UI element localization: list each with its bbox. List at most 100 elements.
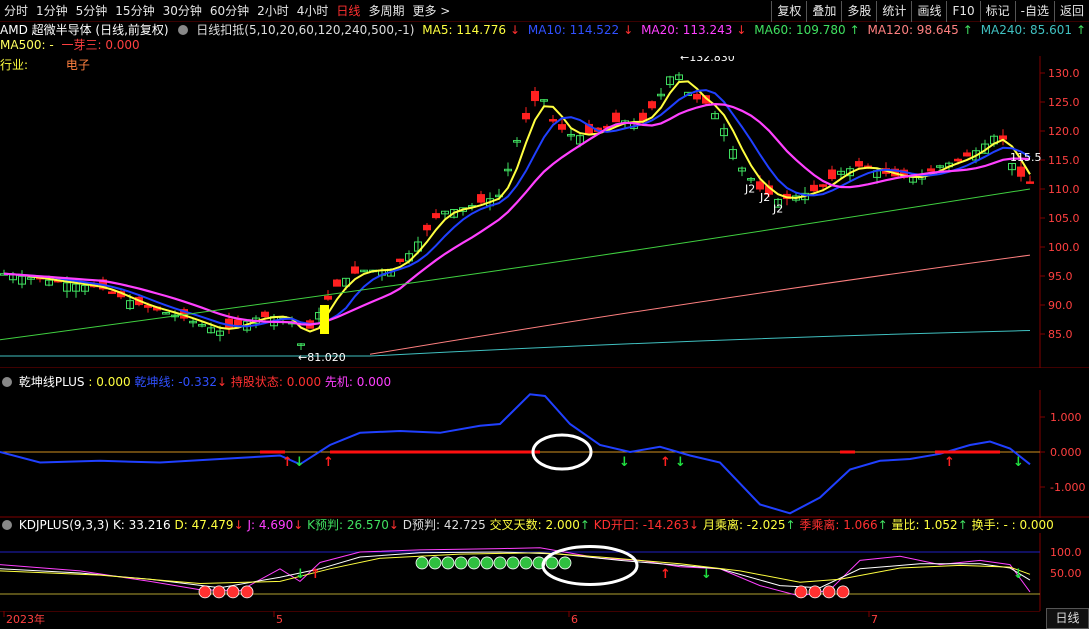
y-tick-label: 125.0 bbox=[1048, 96, 1080, 109]
indicator-name[interactable]: 日线扣抵(5,10,20,60,120,240,500,-1) bbox=[196, 23, 414, 37]
tool-button-5[interactable]: F10 bbox=[946, 1, 979, 22]
candle-body bbox=[261, 311, 269, 318]
ma500-value: MA500: - bbox=[0, 38, 54, 52]
period-tab-1[interactable]: 1分钟 bbox=[32, 0, 72, 22]
candle-body bbox=[558, 124, 566, 130]
period-tab-4[interactable]: 30分钟 bbox=[159, 0, 206, 22]
buy-coin-icon bbox=[428, 556, 442, 570]
ma10-value: MA10: 114.522 bbox=[527, 23, 620, 37]
tool-button-1[interactable]: 叠加 bbox=[806, 1, 841, 22]
signal-down-arrow-icon: ↓ bbox=[701, 567, 712, 582]
up-arrow-icon: ↑ bbox=[1076, 23, 1087, 37]
tool-button-6[interactable]: 标记 bbox=[979, 1, 1015, 22]
candle-body bbox=[549, 119, 557, 122]
y-tick-label: 110.0 bbox=[1048, 183, 1080, 196]
period-tab-3[interactable]: 15分钟 bbox=[111, 0, 158, 22]
y-tick-label: 115.0 bbox=[1048, 154, 1080, 167]
main-info-row2: MA500: - 一芽三: 0.000 bbox=[0, 37, 144, 53]
tool-button-2[interactable]: 多股 bbox=[841, 1, 876, 22]
kdj-dpre: D预判: 42.725 bbox=[402, 518, 486, 532]
buy-coin-icon bbox=[558, 556, 572, 570]
highlight-candle bbox=[320, 305, 329, 334]
buy-coin-icon bbox=[467, 556, 481, 570]
ma60-value: MA60: 109.780 bbox=[754, 23, 846, 37]
kdj-open: KD开口: -14.263 bbox=[593, 518, 690, 532]
ma10-line bbox=[3, 89, 1031, 328]
tool-button-8[interactable]: 返回 bbox=[1053, 1, 1089, 22]
date-axis: 2023年 5 6 7 bbox=[0, 611, 1040, 626]
sell-coin-icon bbox=[822, 585, 836, 599]
period-tab-10[interactable]: 更多 > bbox=[408, 0, 454, 22]
signal-up-arrow-icon: ↑ bbox=[323, 455, 334, 470]
candle-body bbox=[693, 93, 701, 100]
y-tick-label: -1.000 bbox=[1050, 481, 1085, 494]
signal-up-arrow-icon: ↑ bbox=[282, 455, 293, 470]
kdj-j: J: 4.690 bbox=[247, 518, 294, 532]
up-arrow-icon: ↑ bbox=[877, 518, 888, 532]
sell-coin-icon bbox=[794, 585, 808, 599]
y-tick-label: 130.0 bbox=[1048, 67, 1080, 80]
signal-down-arrow-icon: ↓ bbox=[619, 455, 630, 470]
buy-coin-icon bbox=[493, 556, 507, 570]
down-arrow-icon: ↓ bbox=[509, 23, 521, 37]
buy-coin-icon bbox=[415, 556, 429, 570]
down-arrow-icon: ↓ bbox=[233, 518, 244, 532]
up-arrow-icon: ↑ bbox=[849, 23, 860, 37]
candle-body bbox=[1017, 166, 1025, 177]
j2-marker: J2 bbox=[772, 203, 783, 216]
kdj-kpre: K预判: 26.570 bbox=[307, 518, 389, 532]
candle-body bbox=[324, 295, 332, 300]
y-tick-label: 105.0 bbox=[1048, 212, 1080, 225]
bottom-period-tab[interactable]: 日线 bbox=[1046, 608, 1089, 629]
tool-button-0[interactable]: 复权 bbox=[771, 1, 806, 22]
top-toolbar: 分时 1分钟 5分钟 15分钟 30分钟 60分钟 2小时 4小时 日线 多周期 更多 > 复权 叠加… bbox=[0, 0, 1089, 22]
period-tab-8[interactable]: 日线 bbox=[332, 0, 364, 22]
period-tab-7[interactable]: 4小时 bbox=[293, 0, 333, 22]
x-tick-label: 5 bbox=[276, 613, 283, 626]
period-tab-5[interactable]: 60分钟 bbox=[206, 0, 253, 22]
candle-body bbox=[351, 266, 359, 274]
price-chart[interactable]: 130.0 125.0 120.0 115.0 110.0 105.0 100.0 95.0 9… bbox=[0, 56, 1089, 368]
period-tab-9[interactable]: 多周期 bbox=[364, 0, 408, 22]
ma240-value: MA240: 85.601 bbox=[980, 23, 1072, 37]
ma20-value: MA20: 113.243 bbox=[641, 23, 733, 37]
y-tick-label: 85.0 bbox=[1048, 328, 1073, 341]
period-tab-2[interactable]: 5分钟 bbox=[72, 0, 112, 22]
sell-coin-icon bbox=[808, 585, 822, 599]
y-tick-label: 1.000 bbox=[1050, 411, 1082, 424]
pane-gear-icon[interactable] bbox=[2, 520, 12, 530]
signal-down-arrow-icon: ↓ bbox=[1013, 455, 1024, 470]
period-tab-0[interactable]: 分时 bbox=[0, 0, 32, 22]
candle-body bbox=[828, 169, 836, 180]
up-arrow-icon: ↑ bbox=[579, 518, 590, 532]
signal-down-arrow-icon: ↓ bbox=[294, 455, 305, 470]
candle-body bbox=[612, 112, 620, 123]
down-arrow-icon: ↓ bbox=[293, 518, 304, 532]
kdj-chart[interactable]: 100.0 50.00 ↓ ↑ ↑ ↓ ↓ bbox=[0, 533, 1089, 611]
ma240-line bbox=[0, 330, 1031, 357]
candle-body bbox=[756, 181, 764, 190]
candle-body bbox=[423, 224, 431, 231]
buy-coin-icon bbox=[480, 556, 494, 570]
period-tab-6[interactable]: 2小时 bbox=[253, 0, 293, 22]
ma120-value: MA120: 98.645 bbox=[867, 23, 959, 37]
kdj-j-line bbox=[0, 547, 1031, 597]
candle-body bbox=[810, 184, 818, 192]
signal-down-arrow-icon: ↓ bbox=[675, 455, 686, 470]
hold-status-bar bbox=[330, 450, 540, 454]
qiankun-chart[interactable]: 1.0000.000-1.000↑ ↓ ↑ ↓ ↑ ↓ ↑ ↓ bbox=[0, 390, 1089, 518]
pane-gear-icon[interactable] bbox=[2, 377, 12, 387]
qiankun-header: 乾坤线PLUS : 0.000 乾坤线: -0.332↓ 持股状态: 0.000… bbox=[0, 374, 391, 390]
qiankun-name[interactable]: 乾坤线PLUS bbox=[19, 375, 85, 389]
indicator-gear-icon[interactable] bbox=[178, 25, 189, 35]
tool-button-4[interactable]: 画线 bbox=[911, 1, 946, 22]
tool-button-3[interactable]: 统计 bbox=[876, 1, 911, 22]
candle-body bbox=[855, 161, 863, 167]
tool-button-7[interactable]: -自选 bbox=[1014, 1, 1054, 22]
last-price-marker: 115.5 bbox=[1010, 151, 1042, 164]
candle-body bbox=[432, 213, 440, 219]
candle-body bbox=[1026, 181, 1034, 184]
kdj-name[interactable]: KDJPLUS(9,3,3) bbox=[19, 518, 109, 532]
kdj-turnover: 换手: - : 0.000 bbox=[971, 518, 1054, 532]
stock-title[interactable]: AMD 超微半导体 (日线,前复权) bbox=[0, 23, 169, 37]
